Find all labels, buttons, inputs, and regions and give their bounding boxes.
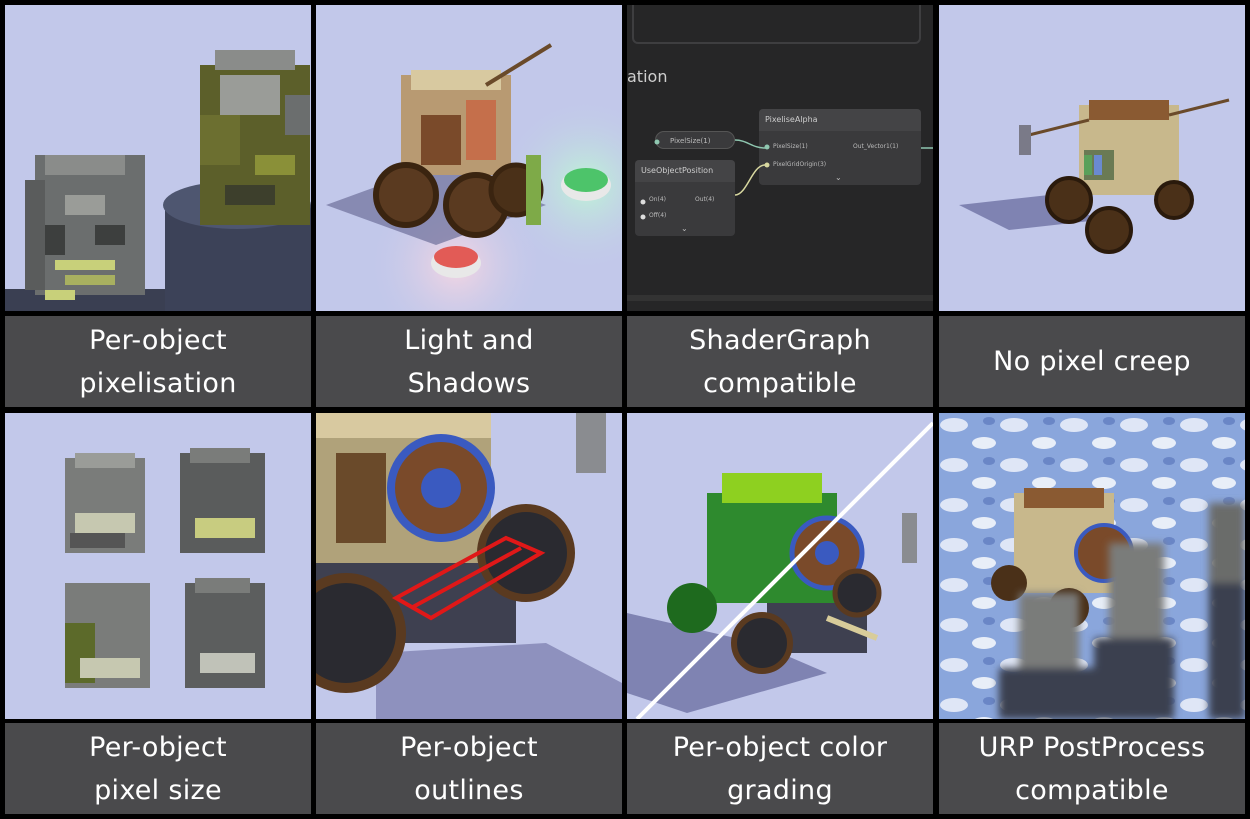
pixelisation-preview: [5, 5, 311, 311]
pixel-size-property-node[interactable]: PixelSize(1): [655, 131, 735, 149]
use-object-position-collapse-icon[interactable]: ⌄: [681, 224, 688, 233]
caption-urp-postprocess-compatible: URP PostProcess compatible: [939, 723, 1245, 814]
pixelise-alpha-collapse-icon[interactable]: ⌄: [835, 173, 842, 182]
light-shadows-image: [316, 5, 622, 311]
caption-per-object-outlines: Per-object outlines: [316, 723, 622, 814]
outlines-preview: [316, 413, 622, 719]
pixelise-alpha-in-pixelsize[interactable]: PixelSize(1): [773, 143, 808, 150]
no-pixel-creep-preview: [939, 5, 1245, 311]
caption-text: ShaderGraph compatible: [689, 324, 871, 399]
caption-light-and-shadows: Light and Shadows: [316, 316, 622, 407]
caption-per-object-pixelisation: Per-object pixelisation: [5, 316, 311, 407]
use-object-position-in-on[interactable]: On(4): [649, 196, 666, 203]
pixel-size-image: [5, 413, 311, 719]
use-object-position-title: UseObjectPosition: [635, 160, 735, 182]
no-pixel-creep-image: [939, 5, 1245, 311]
caption-shadergraph-compatible: ShaderGraph compatible: [627, 316, 933, 407]
postprocess-image: [939, 413, 1245, 719]
caption-text: No pixel creep: [993, 346, 1191, 377]
caption-per-object-pixel-size: Per-object pixel size: [5, 723, 311, 814]
caption-no-pixel-creep: No pixel creep: [939, 316, 1245, 407]
feature-grid: ation PixelSize(1) PixeliseAlpha PixelSi…: [0, 0, 1250, 819]
shadergraph-top-panel: [632, 5, 921, 44]
shadergraph-preview: ation PixelSize(1) PixeliseAlpha PixelSi…: [627, 5, 933, 311]
pixelise-alpha-title: PixeliseAlpha: [759, 109, 921, 131]
color-grading-image: [627, 413, 933, 719]
outlines-image: [316, 413, 622, 719]
pixelise-alpha-node[interactable]: PixeliseAlpha PixelSize(1) PixelGridOrig…: [759, 109, 921, 185]
caption-text: Per-object color grading: [672, 731, 888, 806]
pixel-size-preview: [5, 413, 311, 719]
pixelisation-image: [5, 5, 311, 311]
use-object-position-in-off[interactable]: Off(4): [649, 212, 666, 219]
caption-text: URP PostProcess compatible: [978, 731, 1206, 806]
light-shadows-preview: [316, 5, 622, 311]
color-grading-preview: [627, 413, 933, 719]
pixelise-alpha-in-origin[interactable]: PixelGridOrigin(3): [773, 161, 826, 168]
caption-text: Per-object outlines: [400, 731, 538, 806]
shadergraph-section-title: ation: [627, 67, 668, 86]
caption-per-object-color-grading: Per-object color grading: [627, 723, 933, 814]
caption-text: Per-object pixelisation: [79, 324, 237, 399]
pixelise-alpha-out[interactable]: Out_Vector1(1): [853, 143, 898, 150]
postprocess-preview: [939, 413, 1245, 719]
caption-text: Light and Shadows: [404, 324, 534, 399]
pixel-size-property-label: PixelSize(1): [670, 137, 711, 145]
use-object-position-node[interactable]: UseObjectPosition On(4) Off(4) Out(4) ⌄: [635, 160, 735, 236]
caption-text: Per-object pixel size: [89, 731, 227, 806]
use-object-position-out[interactable]: Out(4): [695, 196, 714, 203]
